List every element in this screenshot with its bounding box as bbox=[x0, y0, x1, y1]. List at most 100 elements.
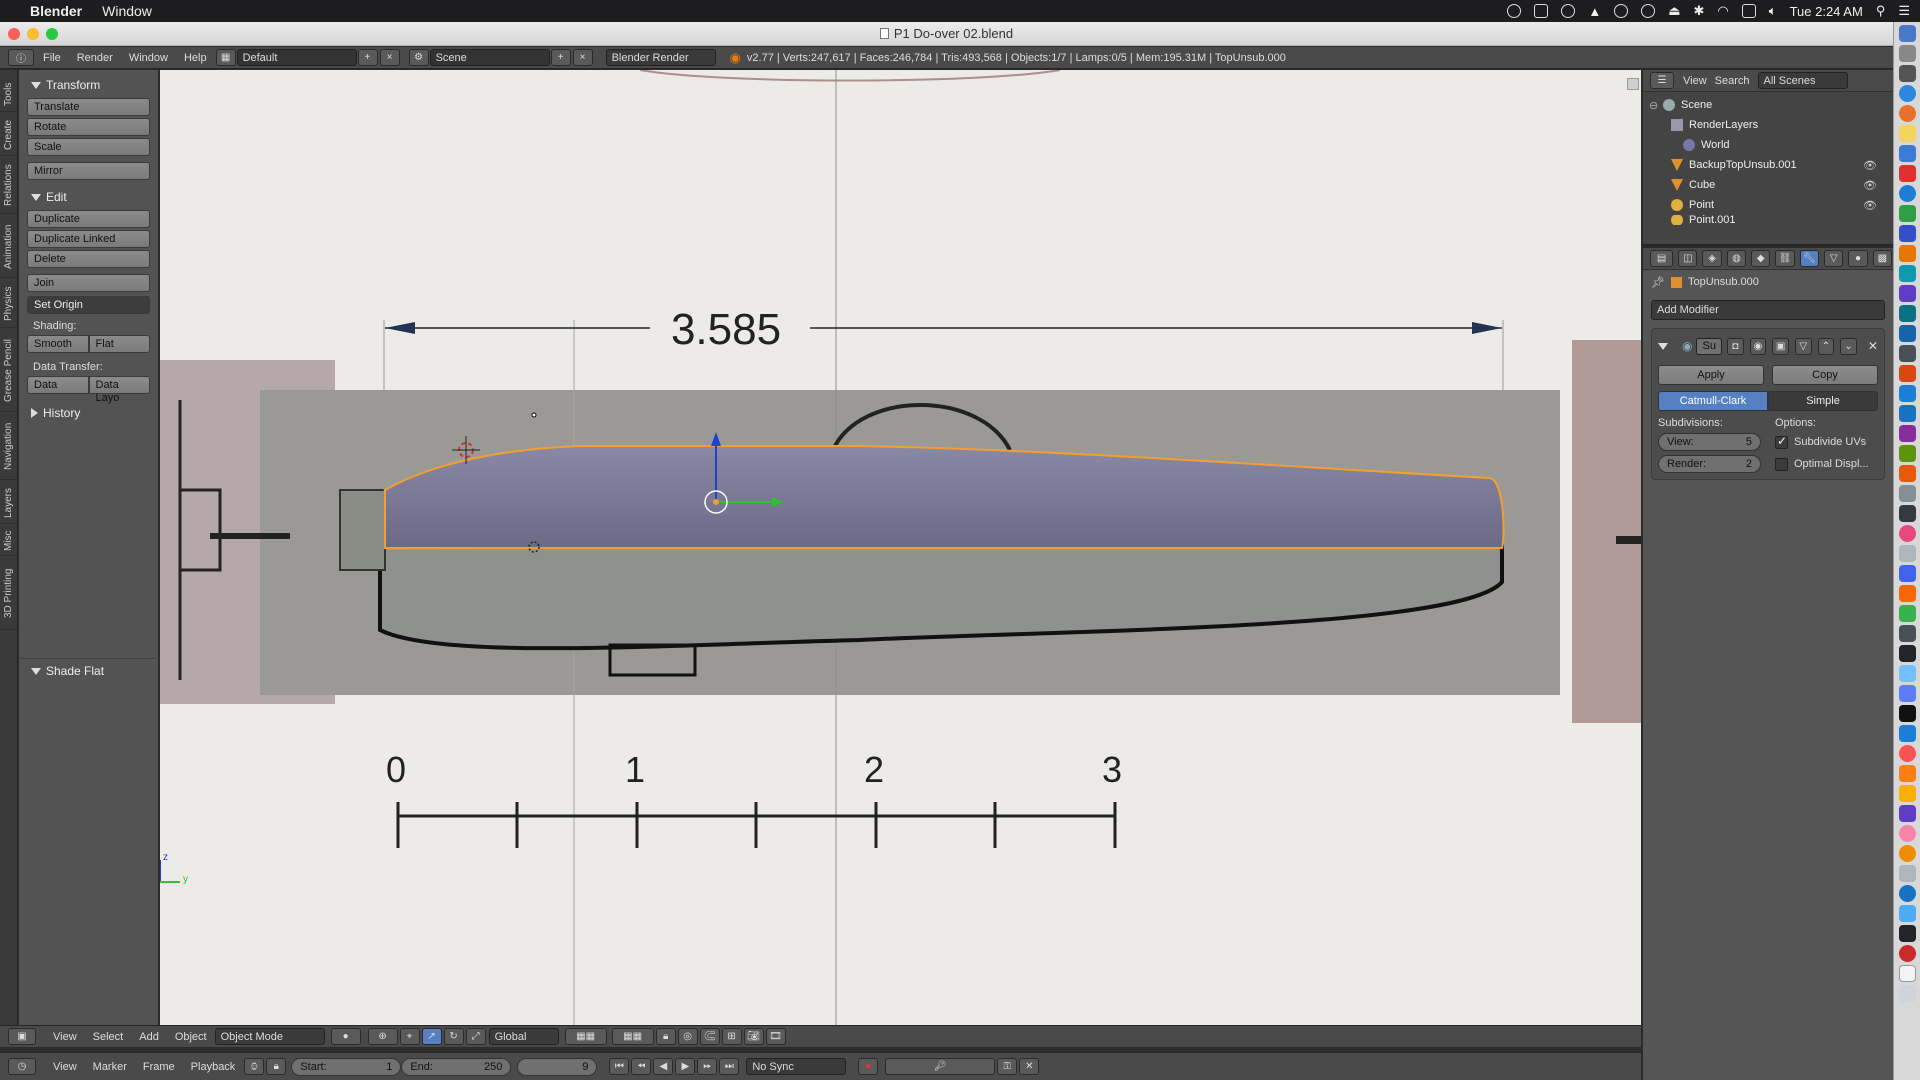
duplicate-button[interactable]: Duplicate bbox=[27, 210, 150, 228]
dock-app-icon[interactable] bbox=[1899, 45, 1916, 62]
dock-app-icon[interactable] bbox=[1899, 905, 1916, 922]
remove-layout-icon[interactable]: × bbox=[379, 49, 400, 66]
dock-app-icon[interactable] bbox=[1899, 805, 1916, 822]
proportional-edit-icon[interactable]: ◎ bbox=[677, 1028, 698, 1045]
dock-app-icon[interactable] bbox=[1899, 705, 1916, 722]
edit-panel-header[interactable]: Edit bbox=[31, 190, 150, 204]
menu-window[interactable]: Window bbox=[121, 52, 176, 64]
zoom-window-button[interactable] bbox=[46, 28, 58, 40]
outliner-view-menu[interactable]: View bbox=[1683, 75, 1707, 87]
google-drive-icon[interactable]: ▲ bbox=[1588, 4, 1601, 19]
editor-type-info-icon[interactable]: ⓘ bbox=[8, 49, 34, 66]
creative-cloud-icon[interactable] bbox=[1507, 4, 1522, 18]
volume-icon[interactable]: 🔈︎ bbox=[1769, 3, 1777, 19]
menu-render[interactable]: Render bbox=[69, 52, 121, 64]
set-origin-select[interactable]: Set Origin bbox=[27, 296, 150, 314]
lock-layers-icon[interactable]: 🔒︎ bbox=[655, 1028, 676, 1045]
interaction-mode-select[interactable]: Object Mode bbox=[214, 1028, 325, 1045]
collapse-modifier-icon[interactable] bbox=[1658, 342, 1668, 350]
view3d-editor-icon[interactable]: ▣ bbox=[8, 1028, 36, 1045]
menu-select[interactable]: Select bbox=[85, 1031, 132, 1043]
dock-app-icon[interactable] bbox=[1899, 645, 1916, 662]
dock-app-icon[interactable] bbox=[1899, 785, 1916, 802]
clock[interactable]: Tue 2:24 AM bbox=[1790, 4, 1863, 19]
dock-app-icon[interactable] bbox=[1899, 605, 1916, 622]
mirror-button[interactable]: Mirror bbox=[27, 162, 150, 180]
tab-create[interactable]: Create bbox=[0, 114, 18, 156]
dock-app-icon[interactable] bbox=[1899, 765, 1916, 782]
flat-button[interactable]: Flat bbox=[88, 335, 150, 353]
dock-app-icon[interactable] bbox=[1899, 525, 1916, 542]
dock-app-icon[interactable] bbox=[1899, 505, 1916, 522]
data-layout-button[interactable]: Data Layo bbox=[88, 376, 150, 404]
add-scene-icon[interactable]: + bbox=[550, 49, 571, 66]
material-tab-icon[interactable]: ● bbox=[1848, 250, 1868, 267]
menu-object[interactable]: Object bbox=[167, 1031, 215, 1043]
timeline-playback-menu[interactable]: Playback bbox=[183, 1061, 244, 1073]
menubar-app-name[interactable]: Blender bbox=[20, 3, 92, 19]
scene-field[interactable]: Scene bbox=[429, 49, 550, 66]
translate-manipulator-icon[interactable]: ↗ bbox=[421, 1028, 442, 1045]
render-tab-icon[interactable]: ◫ bbox=[1678, 250, 1698, 267]
dock-app-icon[interactable] bbox=[1899, 265, 1916, 282]
time-machine-icon[interactable] bbox=[1641, 4, 1656, 18]
dock-app-icon[interactable] bbox=[1899, 565, 1916, 582]
minimize-window-button[interactable] bbox=[27, 28, 39, 40]
dock-app-icon[interactable] bbox=[1899, 345, 1916, 362]
data-button[interactable]: Data bbox=[27, 376, 89, 394]
rotate-button[interactable]: Rotate bbox=[27, 118, 150, 136]
dock-app-icon[interactable] bbox=[1899, 865, 1916, 882]
drive-icon[interactable] bbox=[1561, 4, 1576, 18]
tab-misc[interactable]: Misc bbox=[0, 526, 18, 556]
timeline-editor-icon[interactable]: ◷ bbox=[8, 1058, 36, 1075]
dock-app-icon[interactable] bbox=[1899, 545, 1916, 562]
dock-app-icon[interactable] bbox=[1899, 185, 1916, 202]
itunes-icon[interactable] bbox=[1899, 825, 1916, 842]
snap-toggle-icon[interactable]: 🧲︎ bbox=[699, 1028, 720, 1045]
scale-button[interactable]: Scale bbox=[27, 138, 150, 156]
expand-icon[interactable]: ⊖ bbox=[1649, 99, 1663, 112]
delete-keyframe-icon[interactable]: ✕ bbox=[1019, 1058, 1040, 1075]
outliner-row-point-001[interactable]: Point.001 bbox=[1649, 215, 1887, 225]
lightroom-icon[interactable] bbox=[1899, 405, 1916, 422]
viewport-toggle-icon[interactable]: ◉ bbox=[1749, 337, 1767, 355]
tab-animation[interactable]: Animation bbox=[0, 216, 18, 278]
tab-3d-printing[interactable]: 3D Printing bbox=[0, 558, 18, 630]
history-panel-header[interactable]: History bbox=[31, 406, 150, 420]
dock-app-icon[interactable] bbox=[1899, 165, 1916, 182]
tab-navigation[interactable]: Navigation bbox=[0, 414, 18, 480]
dock-app-icon[interactable] bbox=[1899, 305, 1916, 322]
spotlight-icon[interactable]: ⚲ bbox=[1876, 3, 1886, 19]
modifiers-tab-icon[interactable]: 🔧︎ bbox=[1799, 250, 1820, 267]
translate-button[interactable]: Translate bbox=[27, 98, 150, 116]
object-origin-point[interactable] bbox=[531, 412, 537, 418]
dock-app-icon[interactable] bbox=[1899, 965, 1916, 982]
render-toggle-icon[interactable]: ◘ bbox=[1726, 337, 1744, 355]
visibility-eye-icon[interactable]: 👁︎ bbox=[1863, 179, 1877, 192]
dock-app-icon[interactable] bbox=[1899, 425, 1916, 442]
jump-next-keyframe-icon[interactable]: ⏩︎ bbox=[697, 1058, 718, 1075]
object-tab-icon[interactable]: ◆ bbox=[1751, 250, 1771, 267]
remove-scene-icon[interactable]: × bbox=[572, 49, 593, 66]
bluetooth-icon[interactable]: ✱ bbox=[1694, 3, 1705, 19]
snap-element-icon[interactable]: ⊞ bbox=[721, 1028, 742, 1045]
outliner-filter-select[interactable]: All Scenes bbox=[1757, 72, 1848, 89]
menu-help[interactable]: Help bbox=[176, 52, 215, 64]
dock-app-icon[interactable] bbox=[1899, 145, 1916, 162]
wifi-icon[interactable]: ◠ bbox=[1717, 3, 1728, 19]
timeline-view-menu[interactable]: View bbox=[45, 1061, 85, 1073]
scene-icon[interactable]: ⚙ bbox=[408, 49, 429, 66]
join-button[interactable]: Join bbox=[27, 274, 150, 292]
current-frame-field[interactable]: 9 bbox=[517, 1057, 598, 1076]
delete-button[interactable]: Delete bbox=[27, 250, 150, 268]
dock-app-icon[interactable] bbox=[1899, 665, 1916, 682]
blender-dock-icon[interactable] bbox=[1899, 585, 1916, 602]
menu-add[interactable]: Add bbox=[131, 1031, 167, 1043]
editmode-toggle-icon[interactable]: ▣ bbox=[1772, 337, 1789, 355]
texture-tab-icon[interactable]: ▩ bbox=[1872, 250, 1892, 267]
scale-manipulator-icon[interactable]: ⤢ bbox=[465, 1028, 486, 1045]
lock-frame-icon[interactable]: 🔒︎ bbox=[266, 1058, 287, 1075]
smooth-button[interactable]: Smooth bbox=[27, 335, 89, 353]
dock-app-icon[interactable] bbox=[1899, 945, 1916, 962]
add-layout-icon[interactable]: + bbox=[357, 49, 378, 66]
